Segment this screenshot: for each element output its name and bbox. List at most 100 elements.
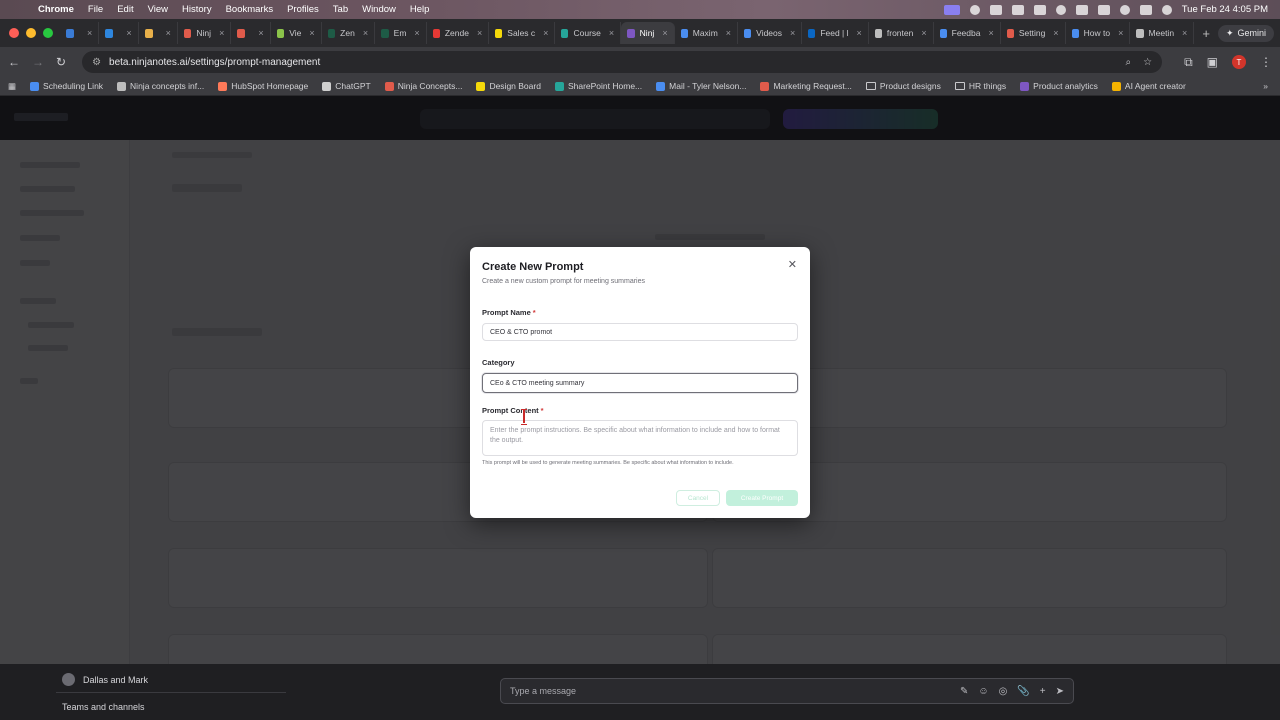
bookmark-item[interactable]: Scheduling Link (30, 81, 103, 91)
bookmark-item[interactable]: Mail - Tyler Nelson... (656, 81, 746, 91)
browser-tab[interactable]: × (60, 22, 100, 44)
bookmark-star-icon[interactable]: ☆ (1143, 57, 1152, 68)
bookmark-item[interactable]: AI Agent creator (1111, 81, 1186, 91)
tab-close-icon[interactable]: × (309, 28, 314, 38)
play-icon[interactable] (1055, 4, 1066, 15)
browser-tab[interactable]: Ninj × (621, 22, 675, 44)
bookmark-item[interactable]: ChatGPT (322, 81, 371, 91)
wifi-icon[interactable] (1097, 4, 1110, 15)
cloud-icon[interactable] (1033, 4, 1046, 15)
tab-close-icon[interactable]: × (166, 28, 171, 38)
bookmark-item[interactable]: Product designs (865, 81, 941, 91)
address-bar[interactable]: ⚙ beta.ninjanotes.ai/settings/prompt-man… (82, 51, 1163, 73)
menu-history[interactable]: History (182, 4, 212, 15)
browser-tab[interactable]: Feed | l × (802, 22, 869, 44)
teams-and-channels[interactable]: Teams and channels (62, 702, 145, 712)
screen-record-icon[interactable] (943, 4, 960, 15)
attach-icon[interactable]: 📎 (1017, 686, 1029, 697)
tab-close-icon[interactable]: × (857, 28, 862, 38)
tab-close-icon[interactable]: × (726, 28, 731, 38)
gemini-button[interactable]: ✦ Gemini (1217, 24, 1274, 42)
bookmark-item[interactable]: Design Board (476, 81, 541, 91)
control-center-icon[interactable] (1139, 4, 1152, 15)
browser-tab[interactable]: × (231, 22, 271, 44)
browser-tab[interactable]: × (99, 22, 139, 44)
browser-tab[interactable]: Videos × (738, 22, 803, 44)
tab-close-icon[interactable]: × (258, 28, 263, 38)
zoom-icon[interactable]: ⌕ (1126, 57, 1132, 68)
browser-tab[interactable]: How to × (1066, 22, 1131, 44)
zoom-window-button[interactable] (43, 28, 53, 38)
menu-profiles[interactable]: Profiles (287, 4, 319, 15)
menu-tab[interactable]: Tab (333, 4, 348, 15)
more-menu-icon[interactable]: ⋮ (1260, 55, 1272, 69)
tab-close-icon[interactable]: × (921, 28, 926, 38)
add-icon[interactable]: + (1040, 686, 1046, 697)
reload-icon[interactable]: ↻ (56, 55, 66, 69)
category-input[interactable]: CEo & CTO meeting summary (482, 373, 798, 393)
bookmarks-overflow-icon[interactable]: » (1263, 81, 1268, 91)
menubar-app-name[interactable]: Chrome (38, 4, 74, 15)
bookmark-item[interactable]: HR things (954, 81, 1006, 91)
browser-tab[interactable]: Sales c × (489, 22, 556, 44)
tab-close-icon[interactable]: × (1118, 28, 1123, 38)
siri-icon[interactable] (1161, 4, 1172, 15)
browser-tab[interactable]: Zende × (427, 22, 490, 44)
new-tab-button[interactable]: + (1194, 26, 1218, 41)
menu-view[interactable]: View (148, 4, 168, 15)
forward-arrow-icon[interactable]: → (32, 55, 44, 69)
status-icon[interactable] (969, 4, 980, 15)
browser-tab[interactable]: Meetin × (1130, 22, 1195, 44)
bookmark-item[interactable]: SharePoint Home... (554, 81, 642, 91)
browser-tab[interactable]: Course × (555, 22, 622, 44)
tab-close-icon[interactable]: × (126, 28, 131, 38)
tab-close-icon[interactable]: × (609, 28, 614, 38)
tab-close-icon[interactable]: × (87, 28, 92, 38)
tab-close-icon[interactable]: × (790, 28, 795, 38)
apps-grid-icon[interactable]: ▦ (8, 81, 16, 92)
sticker-icon[interactable]: ◎ (999, 686, 1008, 697)
tab-close-icon[interactable]: × (662, 28, 667, 38)
minimize-window-button[interactable] (26, 28, 36, 38)
chat-item[interactable]: Dallas and Mark (62, 673, 148, 686)
emoji-icon[interactable]: ☺ (978, 686, 988, 697)
camera-icon[interactable] (1011, 4, 1024, 15)
extensions-icon[interactable]: ⧉ (1184, 55, 1193, 70)
menu-file[interactable]: File (88, 4, 103, 15)
side-panel-icon[interactable]: ▣ (1207, 55, 1218, 69)
tab-close-icon[interactable]: × (477, 28, 482, 38)
menu-edit[interactable]: Edit (117, 4, 133, 15)
menu-window[interactable]: Window (362, 4, 396, 15)
bookmark-item[interactable]: Product analytics (1020, 81, 1098, 91)
send-icon[interactable]: ➤ (1056, 686, 1064, 697)
cancel-button[interactable]: Cancel (676, 490, 720, 506)
back-arrow-icon[interactable]: ← (8, 55, 20, 69)
tab-close-icon[interactable]: × (414, 28, 419, 38)
menubar-clock[interactable]: Tue Feb 24 4:05 PM (1182, 4, 1268, 15)
prompt-content-textarea[interactable]: Enter the prompt instructions. Be specif… (482, 420, 798, 456)
tab-close-icon[interactable]: × (543, 28, 548, 38)
address-url[interactable]: beta.ninjanotes.ai/settings/prompt-manag… (109, 57, 320, 68)
browser-tab[interactable]: × (139, 22, 178, 44)
browser-tab[interactable]: Maxim × (675, 22, 739, 44)
browser-tab[interactable]: Feedba × (934, 22, 1001, 44)
bookmark-item[interactable]: Ninja Concepts... (384, 81, 462, 91)
browser-tab[interactable]: Setting × (1001, 22, 1066, 44)
profile-avatar[interactable]: T (1232, 55, 1246, 69)
browser-tab[interactable]: fronten × (869, 22, 934, 44)
tab-close-icon[interactable]: × (988, 28, 993, 38)
browser-tab[interactable]: Em × (375, 22, 427, 44)
close-icon[interactable]: ✕ (788, 258, 797, 271)
browser-tab[interactable]: Ninj × (178, 22, 232, 44)
tab-close-icon[interactable]: × (219, 28, 224, 38)
prompt-name-input[interactable]: CEO & CTO promot (482, 323, 798, 341)
site-info-icon[interactable]: ⚙ (92, 57, 101, 68)
tab-close-icon[interactable]: × (1182, 28, 1187, 38)
message-input[interactable]: Type a message ✎ ☺ ◎ 📎 + ➤ (500, 678, 1074, 704)
tab-close-icon[interactable]: × (363, 28, 368, 38)
search-icon[interactable] (1119, 4, 1130, 15)
close-window-button[interactable] (9, 28, 19, 38)
menu-bookmarks[interactable]: Bookmarks (226, 4, 274, 15)
bookmark-item[interactable]: Marketing Request... (760, 81, 852, 91)
bookmark-item[interactable]: HubSpot Homepage (218, 81, 308, 91)
